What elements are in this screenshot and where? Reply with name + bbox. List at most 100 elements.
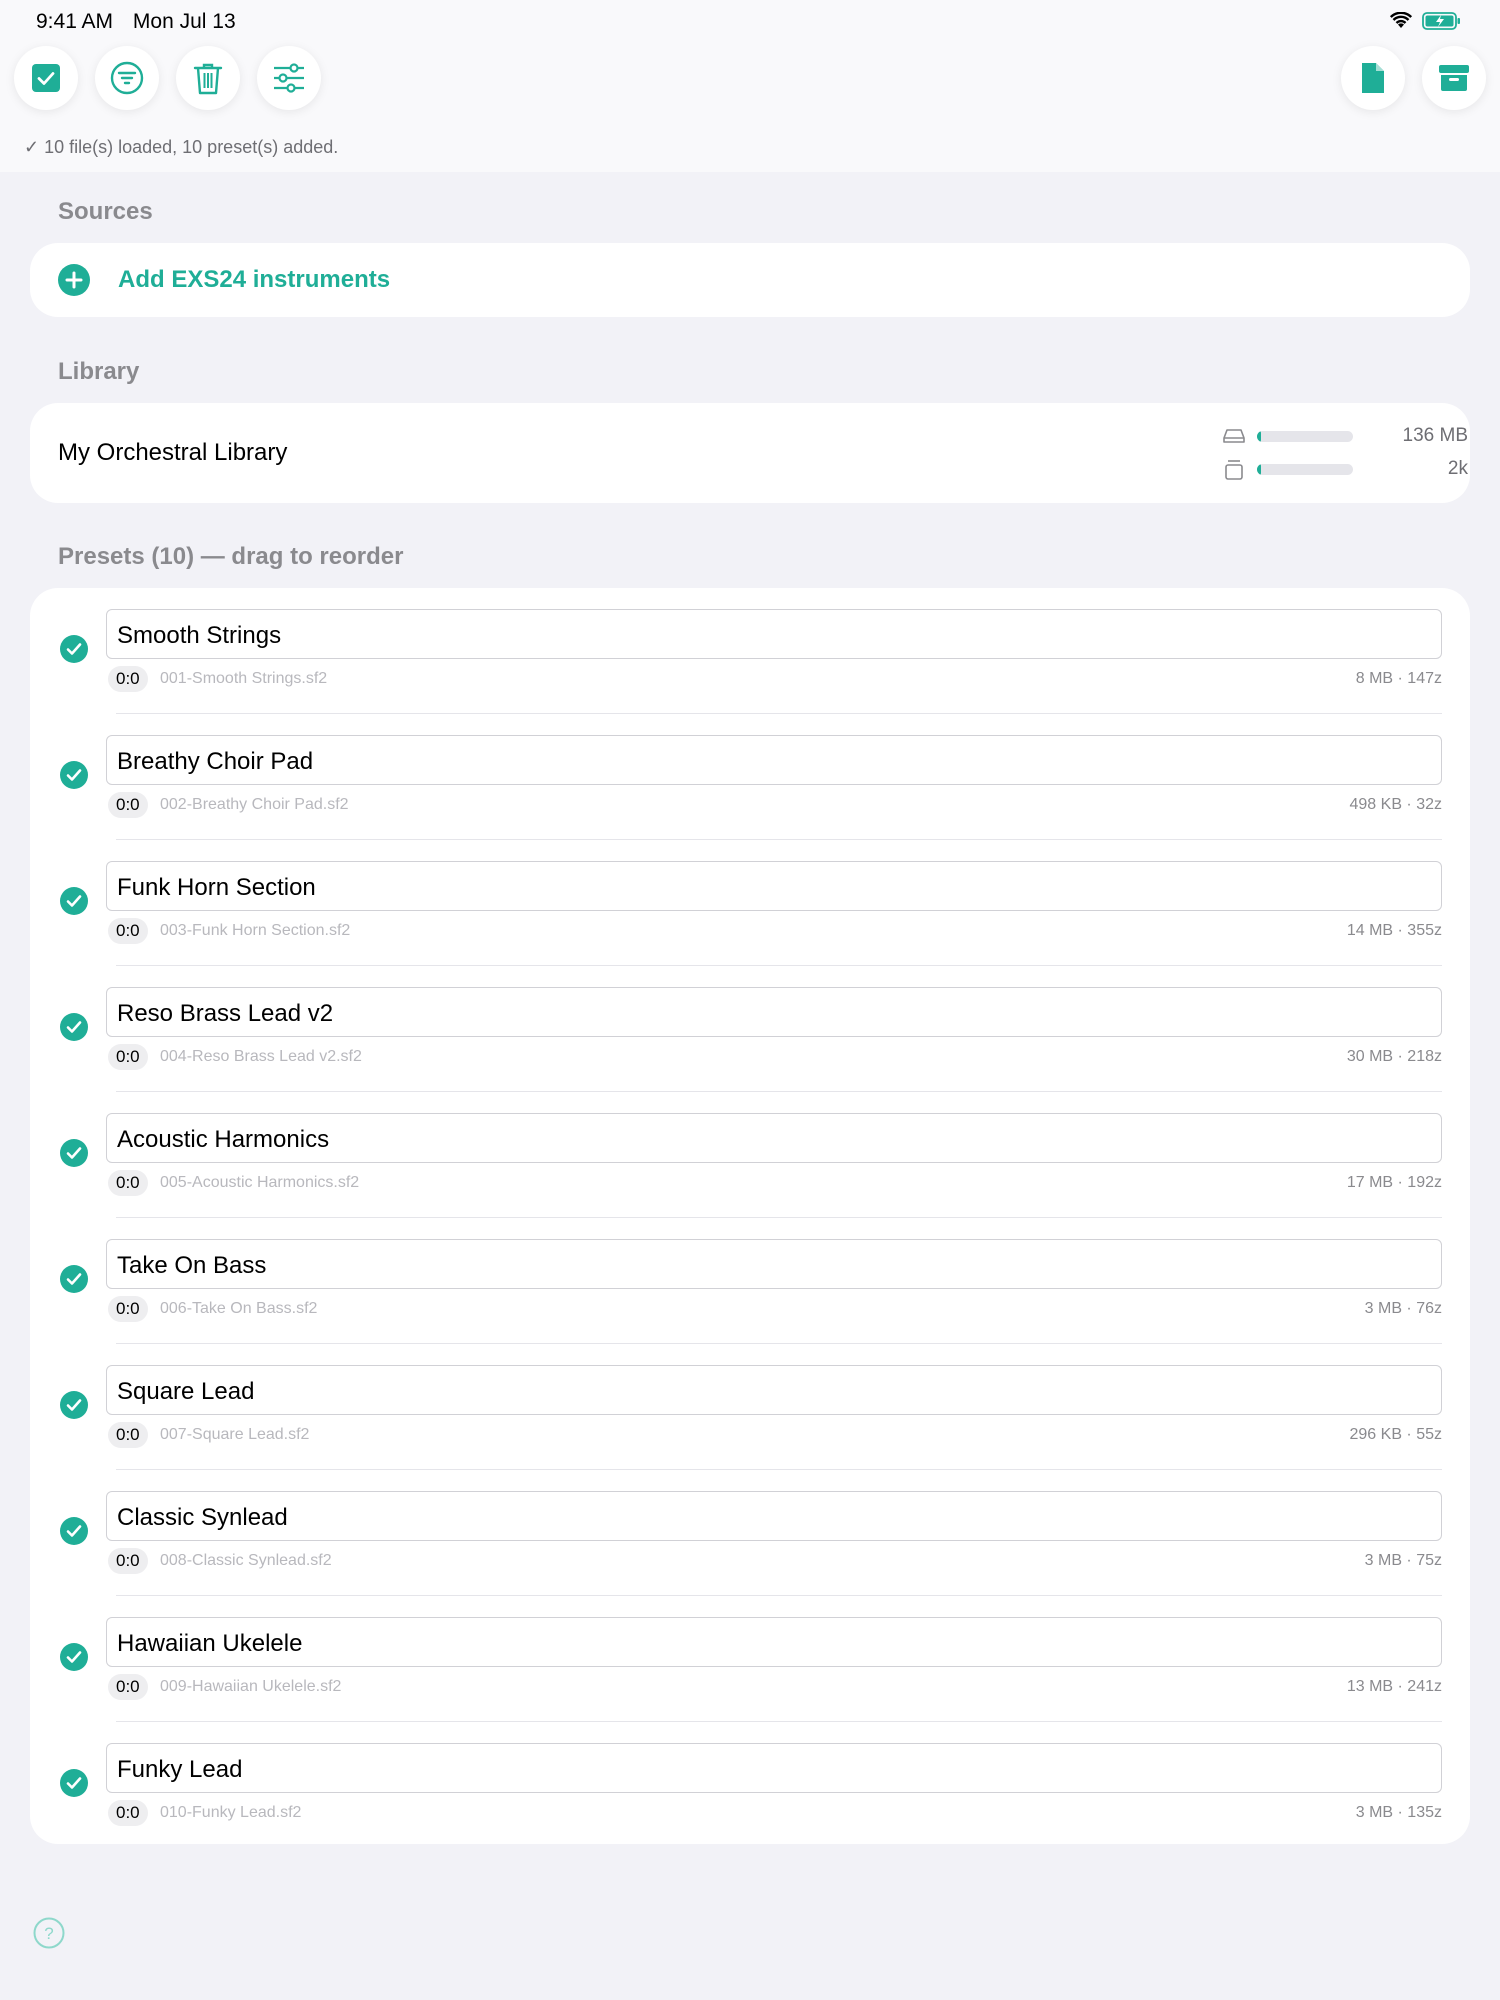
trash-icon bbox=[193, 63, 223, 95]
preset-name-field[interactable]: Hawaiian Ukelele bbox=[106, 1617, 1442, 1667]
preset-size: 3 MB · 76z bbox=[1364, 1300, 1442, 1317]
library-header: Library bbox=[58, 358, 140, 385]
preset-size: 3 MB · 135z bbox=[1355, 1804, 1442, 1821]
preset-row[interactable]: Smooth Strings 0:0 001-Smooth Strings.sf2 8… bbox=[30, 588, 1470, 714]
preset-name-field[interactable]: Funk Horn Section bbox=[106, 861, 1442, 911]
preset-name-field[interactable]: Smooth Strings bbox=[106, 609, 1442, 659]
top-bar: 9:41 AM Mon Jul 13 ✓ 10 file(s) loaded, … bbox=[0, 0, 1500, 172]
disk-usage-bar bbox=[1257, 430, 1353, 442]
preset-row[interactable]: Reso Brass Lead v2 0:0 004-Reso Brass Lead… bbox=[30, 966, 1470, 1092]
checkmark-circle-icon[interactable] bbox=[60, 887, 88, 915]
new-document-button[interactable] bbox=[1341, 46, 1405, 110]
preset-name-field[interactable]: Acoustic Harmonics bbox=[106, 1113, 1442, 1163]
bank-program-badge: 0:0 bbox=[108, 1296, 148, 1322]
checkmark-circle-icon[interactable] bbox=[60, 1391, 88, 1419]
preset-filename: 001-Smooth Strings.sf2 bbox=[160, 670, 328, 687]
preset-size: 8 MB · 147z bbox=[1355, 670, 1442, 687]
library-card[interactable]: My Orchestral Library 136 MB 2k bbox=[30, 403, 1470, 503]
preset-filename: 009-Hawaiian Ukelele.sf2 bbox=[160, 1678, 342, 1695]
preset-name-field[interactable]: Classic Synlead bbox=[106, 1491, 1442, 1541]
delete-button[interactable] bbox=[176, 46, 240, 110]
checkmark-circle-icon[interactable] bbox=[60, 761, 88, 789]
preset-row[interactable]: Breathy Choir Pad 0:0 002-Breathy Choir Pa… bbox=[30, 714, 1470, 840]
checkmark-circle-icon[interactable] bbox=[60, 1139, 88, 1167]
preset-row[interactable]: Classic Synlead 0:0 008-Classic Synlead.sf… bbox=[30, 1470, 1470, 1596]
plus-circle-icon bbox=[58, 264, 90, 296]
status-icons bbox=[1390, 12, 1462, 30]
library-name: My Orchestral Library bbox=[58, 439, 288, 466]
preset-filename: 010-Funky Lead.sf2 bbox=[160, 1804, 302, 1821]
wifi-icon bbox=[1390, 12, 1412, 28]
count-usage-value: 2k bbox=[1447, 458, 1468, 479]
toolbar-left bbox=[14, 46, 321, 110]
archive-icon bbox=[1439, 65, 1469, 91]
preset-row[interactable]: Hawaiian Ukelele 0:0 009-Hawaiian Ukelele.… bbox=[30, 1596, 1470, 1722]
bank-program-badge: 0:0 bbox=[108, 1548, 148, 1574]
count-usage-bar bbox=[1257, 463, 1353, 475]
presets-header: Presets (10) — drag to reorder bbox=[58, 543, 404, 570]
checkmark-circle-icon[interactable] bbox=[60, 1265, 88, 1293]
preset-size: 13 MB · 241z bbox=[1346, 1678, 1442, 1695]
load-status-message: ✓ 10 file(s) loaded, 10 preset(s) added. bbox=[24, 137, 339, 157]
preset-size: 296 KB · 55z bbox=[1349, 1426, 1443, 1443]
preset-row[interactable]: Square Lead 0:0 007-Square Lead.sf2 296 KB … bbox=[30, 1344, 1470, 1470]
svg-text:?: ? bbox=[44, 1924, 53, 1943]
preset-size: 498 KB · 32z bbox=[1349, 796, 1443, 813]
preset-name-field[interactable]: Breathy Choir Pad bbox=[106, 735, 1442, 785]
bank-program-badge: 0:0 bbox=[108, 1170, 148, 1196]
bank-program-badge: 0:0 bbox=[108, 792, 148, 818]
bank-program-badge: 0:0 bbox=[108, 918, 148, 944]
preset-size: 30 MB · 218z bbox=[1346, 1048, 1442, 1065]
drive-icon bbox=[1223, 429, 1245, 443]
filter-button[interactable] bbox=[95, 46, 159, 110]
checkmark-circle-icon[interactable] bbox=[60, 635, 88, 663]
help-icon[interactable]: ? bbox=[33, 1917, 65, 1949]
bank-program-badge: 0:0 bbox=[108, 1800, 148, 1826]
status-time: 9:41 AM bbox=[36, 10, 114, 33]
checkmark-circle-icon[interactable] bbox=[60, 1013, 88, 1041]
preset-row[interactable]: Funky Lead 0:0 010-Funky Lead.sf2 3 MB · 13… bbox=[30, 1722, 1470, 1848]
archive-button[interactable] bbox=[1422, 46, 1486, 110]
preset-row[interactable]: Funk Horn Section 0:0 003-Funk Horn Sectio… bbox=[30, 840, 1470, 966]
preset-filename: 008-Classic Synlead.sf2 bbox=[160, 1552, 332, 1569]
checkbox-icon bbox=[32, 64, 60, 92]
preset-size: 3 MB · 75z bbox=[1364, 1552, 1442, 1569]
disk-usage-value: 136 MB bbox=[1402, 425, 1468, 446]
status-bar-time: 9:41 AM Mon Jul 13 bbox=[36, 10, 250, 34]
preset-name-field[interactable]: Funky Lead bbox=[106, 1743, 1442, 1793]
toolbar-right bbox=[1341, 46, 1486, 110]
count-usage-fill bbox=[1257, 463, 1261, 475]
add-exs24-label: Add EXS24 instruments bbox=[118, 266, 391, 293]
checkmark-circle-icon[interactable] bbox=[60, 1517, 88, 1545]
bank-program-badge: 0:0 bbox=[108, 1674, 148, 1700]
bank-program-badge: 0:0 bbox=[108, 1044, 148, 1070]
presets-list: Smooth Strings 0:0 001-Smooth Strings.sf2 8… bbox=[30, 588, 1470, 1844]
sliders-icon bbox=[274, 63, 304, 93]
preset-size: 17 MB · 192z bbox=[1346, 1174, 1442, 1191]
preset-row[interactable]: Acoustic Harmonics 0:0 005-Acoustic Harmon… bbox=[30, 1092, 1470, 1218]
select-all-button[interactable] bbox=[14, 46, 78, 110]
checkmark-circle-icon[interactable] bbox=[60, 1643, 88, 1671]
checkmark-circle-icon[interactable] bbox=[60, 1769, 88, 1797]
preset-filename: 002-Breathy Choir Pad.sf2 bbox=[160, 796, 349, 813]
bank-program-badge: 0:0 bbox=[108, 666, 148, 692]
disk-usage-fill bbox=[1257, 430, 1261, 442]
sources-header: Sources bbox=[58, 198, 153, 225]
settings-button[interactable] bbox=[257, 46, 321, 110]
preset-name-field[interactable]: Take On Bass bbox=[106, 1239, 1442, 1289]
status-date: Mon Jul 13 bbox=[132, 10, 236, 33]
preset-row[interactable]: Take On Bass 0:0 006-Take On Bass.sf2 3 MB … bbox=[30, 1218, 1470, 1344]
preset-name-field[interactable]: Reso Brass Lead v2 bbox=[106, 987, 1442, 1037]
document-icon bbox=[1362, 63, 1384, 93]
battery-charging-icon bbox=[1422, 12, 1460, 30]
bank-program-badge: 0:0 bbox=[108, 1422, 148, 1448]
filter-icon bbox=[110, 61, 144, 95]
count-meter: 2k bbox=[1223, 458, 1468, 480]
preset-filename: 004-Reso Brass Lead v2.sf2 bbox=[160, 1048, 362, 1065]
disk-meter: 136 MB bbox=[1223, 425, 1468, 447]
preset-name-field[interactable]: Square Lead bbox=[106, 1365, 1442, 1415]
preset-size: 14 MB · 355z bbox=[1346, 922, 1442, 939]
preset-filename: 005-Acoustic Harmonics.sf2 bbox=[160, 1174, 360, 1191]
box-icon bbox=[1225, 460, 1243, 480]
add-exs24-button[interactable]: Add EXS24 instruments bbox=[30, 243, 1470, 317]
